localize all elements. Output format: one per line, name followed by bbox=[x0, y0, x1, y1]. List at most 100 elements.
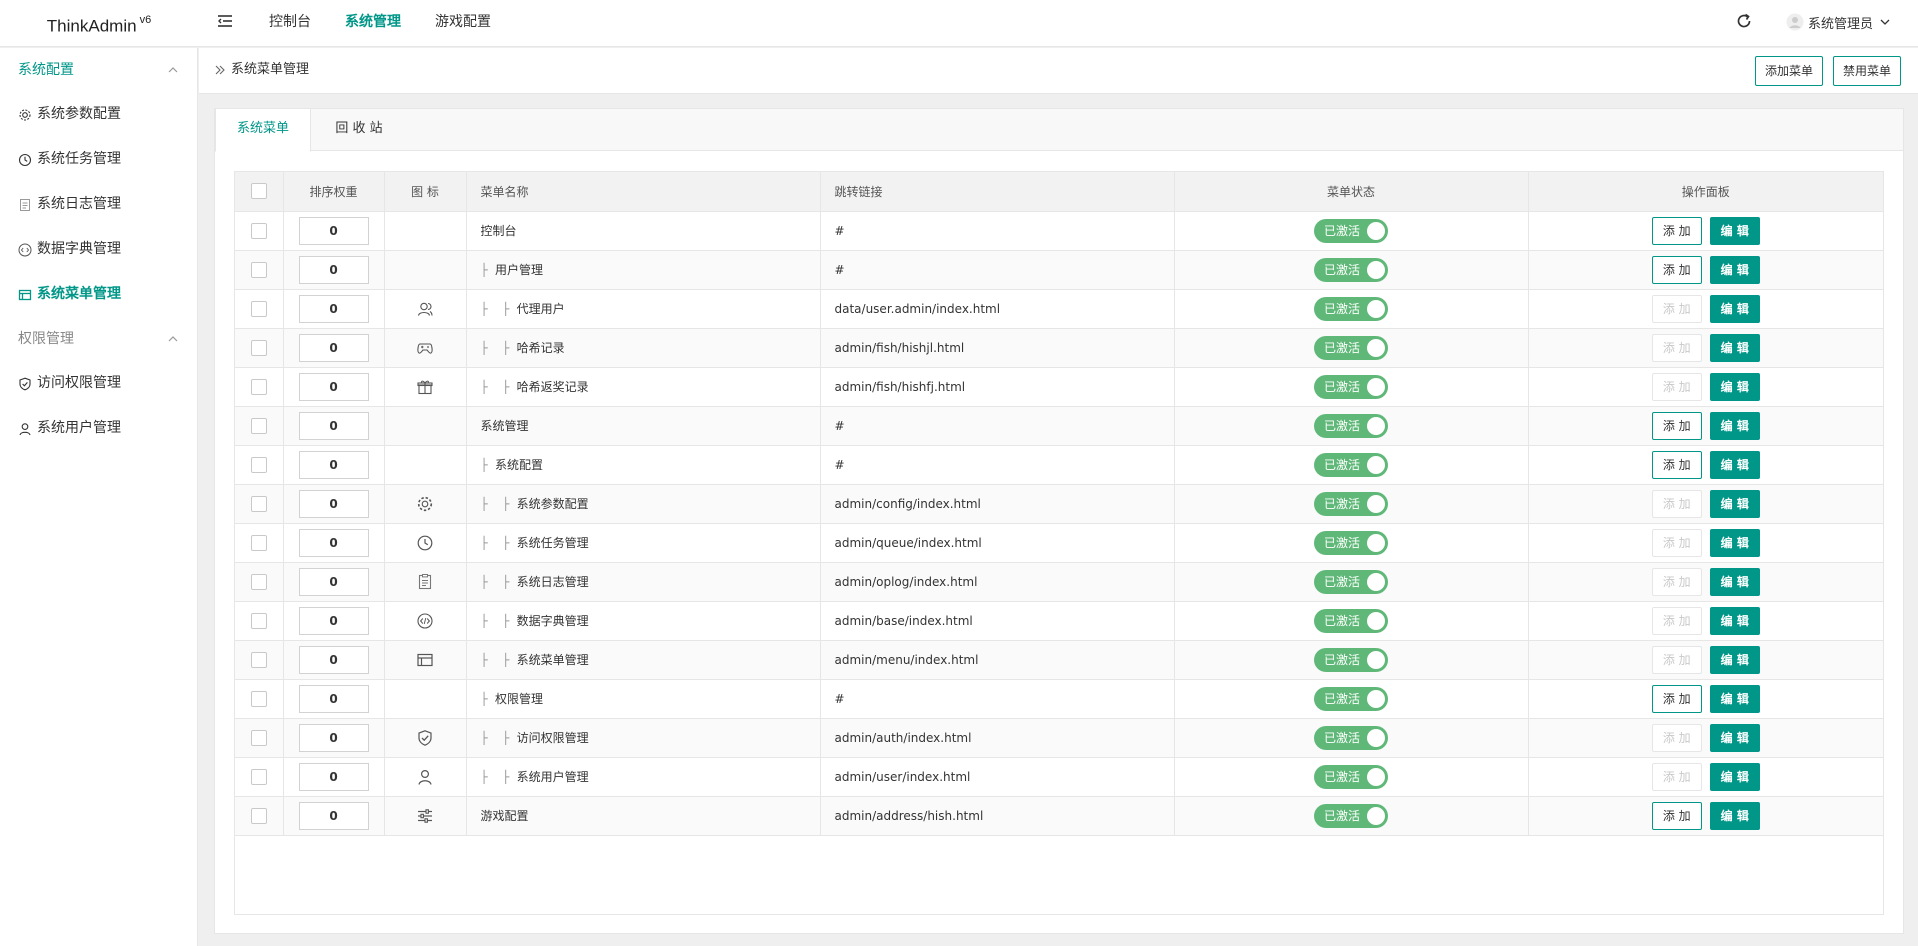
status-label: 已激活 bbox=[1324, 536, 1361, 550]
status-toggle[interactable]: 已激活 bbox=[1314, 374, 1388, 399]
sidebar-item-data-dictionary[interactable]: 数据字典管理 bbox=[0, 227, 197, 272]
sort-weight-input[interactable] bbox=[298, 723, 369, 752]
tab-bar: 系统菜单 回 收 站 bbox=[215, 109, 1903, 152]
add-submenu-button[interactable]: 添 加 bbox=[1651, 216, 1702, 245]
tab-system-menu[interactable]: 系统菜单 bbox=[215, 109, 311, 152]
sort-weight-input[interactable] bbox=[298, 333, 369, 362]
status-toggle[interactable]: 已激活 bbox=[1314, 296, 1388, 321]
row-checkbox[interactable] bbox=[250, 222, 267, 239]
edit-button[interactable]: 编 辑 bbox=[1709, 294, 1760, 323]
topnav-item-dashboard[interactable]: 控制台 bbox=[252, 0, 328, 47]
status-toggle[interactable]: 已激活 bbox=[1314, 218, 1388, 243]
select-all-checkbox[interactable] bbox=[250, 183, 267, 200]
toggle-knob bbox=[1367, 221, 1385, 240]
status-toggle[interactable]: 已激活 bbox=[1314, 608, 1388, 633]
status-label: 已激活 bbox=[1324, 575, 1361, 589]
topnav-item-game-config[interactable]: 游戏配置 bbox=[418, 0, 508, 47]
row-checkbox[interactable] bbox=[250, 261, 267, 278]
sidebar-item-system-tasks[interactable]: 系统任务管理 bbox=[0, 137, 197, 182]
add-submenu-button[interactable]: 添 加 bbox=[1651, 411, 1702, 440]
sidebar-item-access-permissions[interactable]: 访问权限管理 bbox=[0, 361, 197, 406]
row-checkbox[interactable] bbox=[250, 339, 267, 356]
header-actions: 操作面板 bbox=[1528, 172, 1883, 212]
row-checkbox[interactable] bbox=[250, 612, 267, 629]
disable-menu-button[interactable]: 禁用菜单 bbox=[1833, 56, 1902, 86]
add-submenu-button[interactable]: 添 加 bbox=[1651, 255, 1702, 284]
sidebar-item-system-users[interactable]: 系统用户管理 bbox=[0, 406, 197, 451]
tab-recycle-bin[interactable]: 回 收 站 bbox=[311, 109, 407, 151]
sidebar-group-system-config[interactable]: 系统配置 bbox=[0, 48, 197, 92]
edit-button[interactable]: 编 辑 bbox=[1709, 411, 1760, 440]
row-checkbox[interactable] bbox=[250, 378, 267, 395]
sort-weight-input[interactable] bbox=[298, 606, 369, 635]
edit-button[interactable]: 编 辑 bbox=[1709, 450, 1760, 479]
sort-weight-input[interactable] bbox=[298, 528, 369, 557]
row-checkbox[interactable] bbox=[250, 300, 267, 317]
row-title-cell: ├ ├ 系统日志管理 bbox=[466, 562, 821, 602]
edit-button[interactable]: 编 辑 bbox=[1709, 606, 1760, 635]
row-checkbox[interactable] bbox=[250, 729, 267, 746]
row-status-cell: 已激活 bbox=[1174, 328, 1529, 368]
sort-weight-input[interactable] bbox=[298, 645, 369, 674]
user-menu[interactable]: 系统管理员 bbox=[1786, 10, 1891, 34]
status-toggle[interactable]: 已激活 bbox=[1314, 647, 1388, 672]
sort-weight-input[interactable] bbox=[298, 255, 369, 284]
edit-button[interactable]: 编 辑 bbox=[1709, 723, 1760, 752]
sort-weight-input[interactable] bbox=[298, 489, 369, 518]
sort-weight-input[interactable] bbox=[298, 372, 369, 401]
status-toggle[interactable]: 已激活 bbox=[1314, 257, 1388, 282]
status-toggle[interactable]: 已激活 bbox=[1314, 764, 1388, 789]
status-toggle[interactable]: 已激活 bbox=[1314, 530, 1388, 555]
add-submenu-button[interactable]: 添 加 bbox=[1651, 684, 1702, 713]
sort-weight-input[interactable] bbox=[298, 762, 369, 791]
row-url-cell: admin/auth/index.html bbox=[820, 718, 1175, 758]
status-toggle[interactable]: 已激活 bbox=[1314, 725, 1388, 750]
row-checkbox[interactable] bbox=[250, 417, 267, 434]
status-toggle[interactable]: 已激活 bbox=[1314, 491, 1388, 516]
row-checkbox[interactable] bbox=[250, 807, 267, 824]
sort-weight-input[interactable] bbox=[298, 411, 369, 440]
row-checkbox[interactable] bbox=[250, 573, 267, 590]
sort-weight-input[interactable] bbox=[298, 801, 369, 830]
sidebar-item-system-logs[interactable]: 系统日志管理 bbox=[0, 182, 197, 227]
add-submenu-button[interactable]: 添 加 bbox=[1651, 801, 1702, 830]
edit-button[interactable]: 编 辑 bbox=[1709, 801, 1760, 830]
row-checkbox[interactable] bbox=[250, 456, 267, 473]
sidebar-item-system-params[interactable]: 系统参数配置 bbox=[0, 92, 197, 137]
edit-button[interactable]: 编 辑 bbox=[1709, 216, 1760, 245]
sidebar-group-permissions[interactable]: 权限管理 bbox=[0, 317, 197, 361]
status-toggle[interactable]: 已激活 bbox=[1314, 452, 1388, 477]
sort-weight-input[interactable] bbox=[298, 216, 369, 245]
sort-weight-input[interactable] bbox=[298, 567, 369, 596]
sidebar-item-system-menu[interactable]: 系统菜单管理 bbox=[0, 272, 197, 317]
status-toggle[interactable]: 已激活 bbox=[1314, 686, 1388, 711]
edit-button[interactable]: 编 辑 bbox=[1709, 528, 1760, 557]
sort-weight-input[interactable] bbox=[298, 450, 369, 479]
sort-weight-input[interactable] bbox=[298, 684, 369, 713]
sidebar-toggle-icon[interactable] bbox=[216, 12, 234, 30]
sort-weight-input[interactable] bbox=[298, 294, 369, 323]
app-logo[interactable]: ThinkAdmin v6 bbox=[0, 0, 198, 47]
add-menu-button[interactable]: 添加菜单 bbox=[1755, 56, 1824, 86]
edit-button[interactable]: 编 辑 bbox=[1709, 567, 1760, 596]
row-checkbox[interactable] bbox=[250, 534, 267, 551]
refresh-icon[interactable] bbox=[1735, 12, 1753, 30]
edit-button[interactable]: 编 辑 bbox=[1709, 684, 1760, 713]
edit-button[interactable]: 编 辑 bbox=[1709, 333, 1760, 362]
edit-button[interactable]: 编 辑 bbox=[1709, 255, 1760, 284]
add-submenu-button[interactable]: 添 加 bbox=[1651, 450, 1702, 479]
edit-button[interactable]: 编 辑 bbox=[1709, 762, 1760, 791]
status-toggle[interactable]: 已激活 bbox=[1314, 803, 1388, 828]
edit-button[interactable]: 编 辑 bbox=[1709, 645, 1760, 674]
row-checkbox[interactable] bbox=[250, 768, 267, 785]
topnav-item-system[interactable]: 系统管理 bbox=[328, 0, 418, 47]
status-toggle[interactable]: 已激活 bbox=[1314, 569, 1388, 594]
status-toggle[interactable]: 已激活 bbox=[1314, 413, 1388, 438]
edit-button[interactable]: 编 辑 bbox=[1709, 372, 1760, 401]
row-checkbox[interactable] bbox=[250, 690, 267, 707]
edit-button[interactable]: 编 辑 bbox=[1709, 489, 1760, 518]
row-checkbox[interactable] bbox=[250, 651, 267, 668]
tree-indent: ├ bbox=[480, 458, 495, 472]
status-toggle[interactable]: 已激活 bbox=[1314, 335, 1388, 360]
row-checkbox[interactable] bbox=[250, 495, 267, 512]
